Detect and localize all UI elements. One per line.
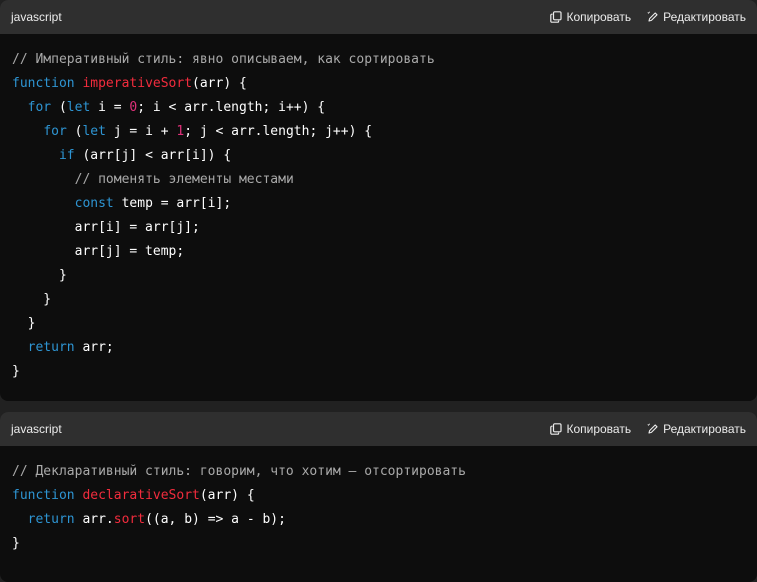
code-line: // Императивный стиль: явно описываем, к… — [12, 48, 757, 72]
code-line: } — [12, 532, 757, 556]
code-line: if (arr[j] < arr[i]) { — [12, 144, 757, 168]
copy-button[interactable]: Копировать — [550, 10, 631, 24]
code-token: declarativeSort — [82, 488, 200, 503]
copy-icon — [550, 11, 563, 23]
copy-button[interactable]: Копировать — [550, 422, 631, 436]
code-token: // Императивный стиль: явно описываем, к… — [12, 52, 435, 67]
code-token: j = i + — [105, 124, 177, 139]
code-token: return — [27, 340, 75, 355]
copy-label: Копировать — [566, 422, 632, 436]
code-line: return arr; — [12, 336, 757, 360]
code-line: } — [12, 288, 757, 312]
code-token: arr; — [74, 340, 114, 355]
language-label: javascript — [11, 422, 62, 436]
code-token: for — [27, 100, 52, 115]
code-line: return arr.sort((a, b) => a - b); — [12, 508, 757, 532]
code-token: (arr) { — [199, 488, 255, 503]
code-line: function imperativeSort(arr) { — [12, 72, 757, 96]
code-line: const temp = arr[i]; — [12, 192, 757, 216]
code-token: arr[i] = arr[j]; — [12, 220, 200, 235]
code-token: } — [12, 316, 36, 331]
code-actions: Копировать Редактировать — [550, 10, 746, 24]
code-block-declarative: javascript Копировать Редактировать // Д… — [0, 412, 757, 582]
code-token: } — [12, 364, 20, 379]
code-block-header: javascript Копировать Редактировать — [0, 412, 757, 446]
code-line: function declarativeSort(arr) { — [12, 484, 757, 508]
code-token: arr. — [74, 512, 114, 527]
code-token: ; j < arr.length; j++) { — [184, 124, 373, 139]
edit-button[interactable]: Редактировать — [647, 10, 746, 24]
edit-label: Редактировать — [663, 422, 746, 436]
code-token: ( — [66, 124, 83, 139]
code-token: (arr[j] < arr[i]) { — [74, 148, 232, 163]
code-line: } — [12, 360, 757, 384]
code-token: arr[j] = temp; — [12, 244, 185, 259]
code-token: const — [74, 196, 114, 211]
code-line: for (let j = i + 1; j < arr.length; j++)… — [12, 120, 757, 144]
code-line: arr[i] = arr[j]; — [12, 216, 757, 240]
edit-icon — [647, 11, 658, 22]
code-token: imperativeSort — [82, 76, 193, 91]
code-token: } — [12, 536, 20, 551]
code-block-imperative: javascript Копировать Редактировать // И… — [0, 0, 757, 401]
copy-icon — [550, 423, 563, 435]
code-token: (arr) { — [192, 76, 247, 91]
code-token: sort — [113, 512, 146, 527]
code-token: } — [12, 292, 52, 307]
code-body[interactable]: // Императивный стиль: явно описываем, к… — [0, 34, 757, 384]
code-token: for — [43, 124, 67, 139]
edit-label: Редактировать — [663, 10, 746, 24]
code-token: let — [66, 100, 91, 115]
edit-button[interactable]: Редактировать — [647, 422, 746, 436]
edit-icon — [647, 423, 658, 434]
code-line: } — [12, 264, 757, 288]
code-line: // поменять элементы местами — [12, 168, 757, 192]
code-line: for (let i = 0; i < arr.length; i++) { — [12, 96, 757, 120]
copy-label: Копировать — [566, 10, 632, 24]
language-label: javascript — [11, 10, 62, 24]
code-body[interactable]: // Декларативный стиль: говорим, что хот… — [0, 446, 757, 556]
code-token: } — [12, 268, 67, 283]
code-block-header: javascript Копировать Редактировать — [0, 0, 757, 34]
code-token: // Декларативный стиль: говорим, что хот… — [12, 464, 466, 479]
code-token: function — [12, 76, 75, 91]
code-token: ( — [51, 100, 67, 115]
code-token: return — [27, 512, 75, 527]
code-token: if — [58, 148, 75, 163]
code-token: i = — [90, 100, 130, 115]
code-token: ((a, b) => a - b); — [145, 512, 286, 527]
code-line: } — [12, 312, 757, 336]
code-line: arr[j] = temp; — [12, 240, 757, 264]
code-token: let — [82, 124, 106, 139]
code-token: ; i < arr.length; i++) { — [137, 100, 326, 115]
code-line: // Декларативный стиль: говорим, что хот… — [12, 460, 757, 484]
code-token: function — [12, 488, 75, 503]
code-token: temp = arr[i]; — [113, 196, 232, 211]
code-token: // поменять элементы местами — [74, 172, 294, 187]
code-actions: Копировать Редактировать — [550, 422, 746, 436]
